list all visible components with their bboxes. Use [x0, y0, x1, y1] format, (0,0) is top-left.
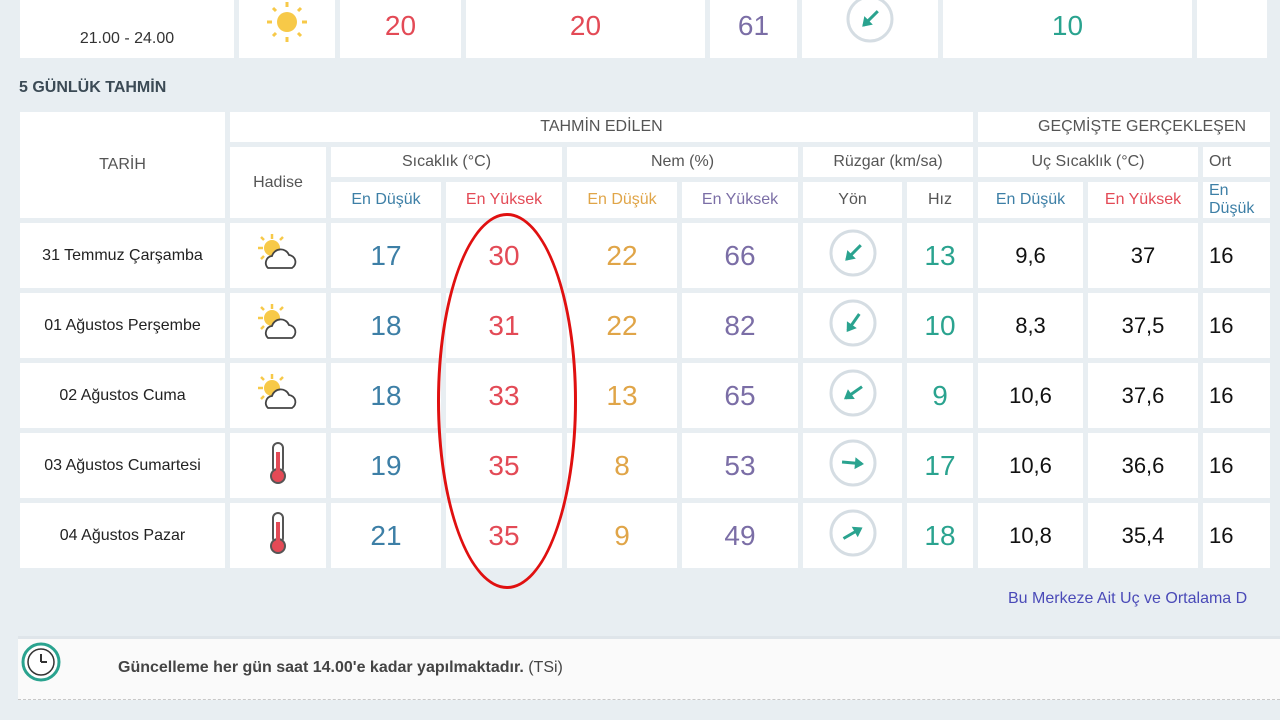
past-high: 36,6: [1088, 433, 1198, 498]
humidity-high: 65: [682, 363, 798, 428]
wind-speed: 13: [907, 223, 973, 288]
date: 31 Temmuz Çarşamba: [20, 223, 225, 288]
section-title: 5 GÜNLÜK TAHMİN: [19, 79, 167, 96]
past-low: 9,6: [978, 223, 1083, 288]
temp-low: 21: [331, 503, 441, 568]
table-row: 02 Ağustos Cuma 18 33 13 65 9 10,6 37,6 16: [20, 363, 1270, 428]
temp-high: 31: [446, 293, 562, 358]
humidity-low: 13: [567, 363, 677, 428]
table-row: 31 Temmuz Çarşamba 17 30 22 66 13 9,6 37 16: [20, 223, 1270, 288]
wind-direction-icon: [803, 223, 902, 288]
header-ort-low: En Düşük: [1203, 182, 1270, 218]
top-value: 20: [340, 0, 461, 58]
header-uc-sicaklik: Uç Sıcaklık (°C): [978, 147, 1198, 177]
past-ort: 16: [1203, 433, 1270, 498]
humidity-low: 8: [567, 433, 677, 498]
table-row: 03 Ağustos Cumartesi 19 35 8 53 17 10,6 36,6 16: [20, 433, 1270, 498]
notice-suffix: (TSi): [523, 659, 563, 676]
header-past-low: En Düşük: [978, 182, 1083, 218]
extremes-averages-link[interactable]: Bu Merkeze Ait Uç ve Ortalama D: [1008, 590, 1247, 608]
table-row: 04 Ağustos Pazar 21 35 9 49 18 10,8 35,4 16: [20, 503, 1270, 568]
sun-cloud-icon: [230, 223, 326, 288]
top-value: 61: [710, 0, 797, 58]
header-hiz: Hız: [907, 182, 973, 218]
header-past-high: En Yüksek: [1088, 182, 1198, 218]
table-row: 01 Ağustos Perşembe 18 31 22 82 10 8,3 37,5 16: [20, 293, 1270, 358]
date: 01 Ağustos Perşembe: [20, 293, 225, 358]
past-ort: 16: [1203, 293, 1270, 358]
header-ort: Ort: [1203, 147, 1270, 177]
past-high: 37,6: [1088, 363, 1198, 428]
temp-low: 18: [331, 293, 441, 358]
header-hum-low: En Düşük: [567, 182, 677, 218]
header-yon: Yön: [803, 182, 902, 218]
temp-high: 33: [446, 363, 562, 428]
past-low: 10,8: [978, 503, 1083, 568]
past-ort: 16: [1203, 363, 1270, 428]
top-wind-speed: 10: [943, 0, 1192, 58]
date: 04 Ağustos Pazar: [20, 503, 225, 568]
wind-speed: 10: [907, 293, 973, 358]
humidity-low: 22: [567, 293, 677, 358]
header-hadise: Hadise: [230, 147, 326, 218]
past-low: 8,3: [978, 293, 1083, 358]
clock-icon: [20, 641, 62, 688]
top-cell: [1197, 0, 1267, 58]
past-low: 10,6: [978, 433, 1083, 498]
time-range: 21.00 - 24.00: [20, 0, 234, 58]
wind-speed: 17: [907, 433, 973, 498]
temp-high: 30: [446, 223, 562, 288]
humidity-low: 9: [567, 503, 677, 568]
past-high: 37: [1088, 223, 1198, 288]
wind-direction-icon: [802, 0, 938, 58]
wind-speed: 18: [907, 503, 973, 568]
humidity-low: 22: [567, 223, 677, 288]
header-temp-low: En Düşük: [331, 182, 441, 218]
humidity-high: 49: [682, 503, 798, 568]
header-sicaklik: Sıcaklık (°C): [331, 147, 562, 177]
thermometer-icon: [230, 433, 326, 498]
temp-high: 35: [446, 433, 562, 498]
temp-low: 17: [331, 223, 441, 288]
past-ort: 16: [1203, 503, 1270, 568]
wind-direction-icon: [803, 363, 902, 428]
header-temp-high: En Yüksek: [446, 182, 562, 218]
past-high: 35,4: [1088, 503, 1198, 568]
humidity-high: 66: [682, 223, 798, 288]
temp-low: 18: [331, 363, 441, 428]
update-notice: Güncelleme her gün saat 14.00'e kadar ya…: [18, 636, 1280, 700]
past-ort: 16: [1203, 223, 1270, 288]
header-forecast: TAHMİN EDİLEN: [230, 112, 973, 142]
date: 02 Ağustos Cuma: [20, 363, 225, 428]
sun-icon: [239, 0, 335, 58]
header-past: GEÇMİŞTE GERÇEKLEŞEN: [978, 112, 1270, 142]
wind-direction-icon: [803, 433, 902, 498]
wind-direction-icon: [803, 503, 902, 568]
past-low: 10,6: [978, 363, 1083, 428]
humidity-high: 82: [682, 293, 798, 358]
header-hum-high: En Yüksek: [682, 182, 798, 218]
thermometer-icon: [230, 503, 326, 568]
previous-table-partial: 21.00 - 24.00 20 20 61 10: [15, 0, 1272, 63]
past-high: 37,5: [1088, 293, 1198, 358]
sun-cloud-icon: [230, 293, 326, 358]
header-tarih: TARİH: [20, 112, 225, 218]
header-ruzgar: Rüzgar (km/sa): [803, 147, 973, 177]
top-value: 20: [466, 0, 705, 58]
temp-high: 35: [446, 503, 562, 568]
sun-cloud-icon: [230, 363, 326, 428]
humidity-high: 53: [682, 433, 798, 498]
wind-direction-icon: [803, 293, 902, 358]
header-nem: Nem (%): [567, 147, 798, 177]
forecast-table: TARİH TAHMİN EDİLEN GEÇMİŞTE GERÇEKLEŞEN…: [15, 107, 1275, 573]
wind-speed: 9: [907, 363, 973, 428]
temp-low: 19: [331, 433, 441, 498]
notice-text: Güncelleme her gün saat 14.00'e kadar ya…: [118, 659, 524, 676]
date: 03 Ağustos Cumartesi: [20, 433, 225, 498]
